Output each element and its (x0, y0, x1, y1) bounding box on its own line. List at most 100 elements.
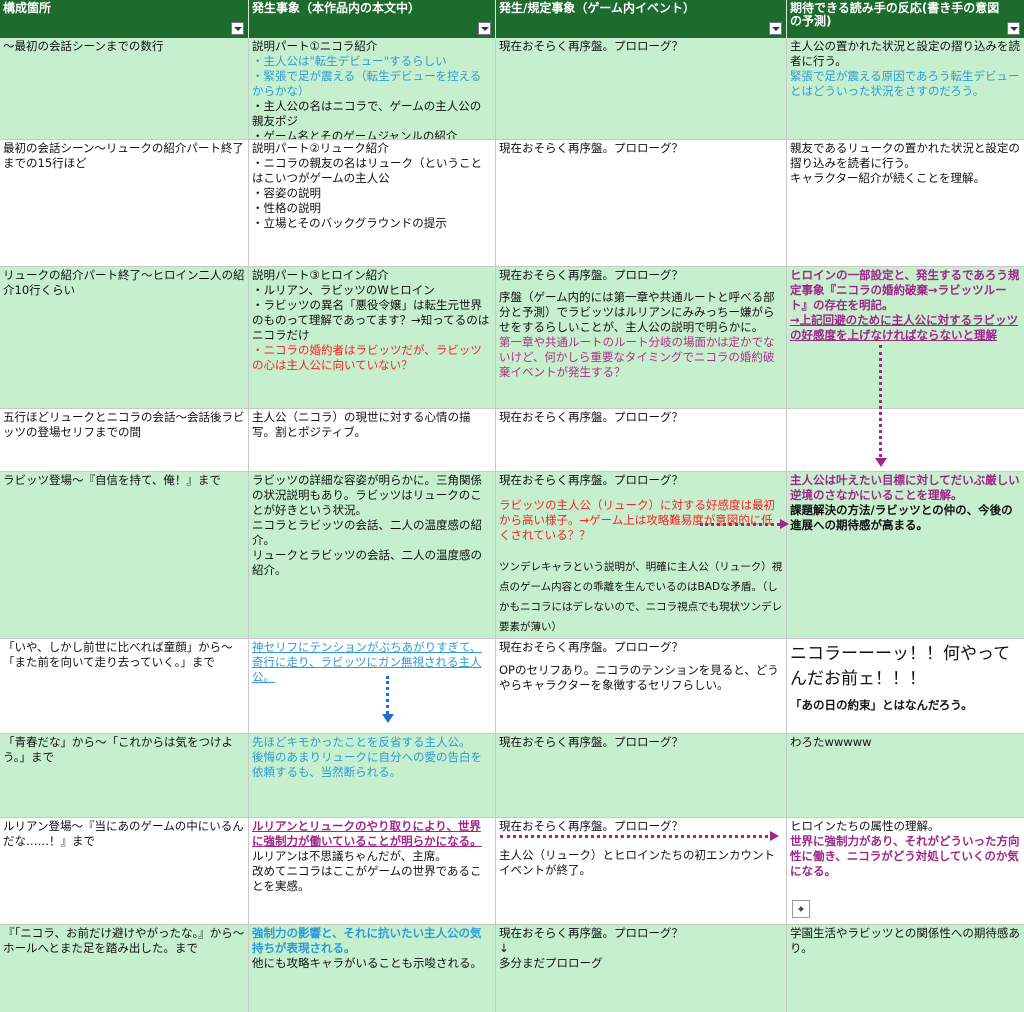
cell-text: ツンデレキャラという説明が、明確に主人公（リューク）視点のゲーム内容との乖離を生… (499, 561, 783, 633)
cell-text: ルリアン登場〜『当にあのゲームの中にいるんだな……！』まで (3, 819, 244, 848)
cell-text: リュークの紹介パート終了〜ヒロイン二人の紹介10行くらい (3, 268, 245, 297)
filter-dropdown-icon[interactable] (1007, 22, 1020, 35)
table-row: ルリアン登場〜『当にあのゲームの中にいるんだな……！』まで ルリアンとリュークの… (0, 818, 1024, 925)
cell-reader-reaction[interactable]: 学園生活やラビッツとの関係性への期待感あり。 (787, 925, 1024, 1012)
cell-structure[interactable]: リュークの紹介パート終了〜ヒロイン二人の紹介10行くらい (0, 267, 249, 408)
cell-text: 『「ニコラ、お前だけ避けやがったな。』から〜ホールへとまた足を踏み出した。まで (3, 926, 245, 955)
cell-text: ラビッツ登場〜『自信を持て、俺！』まで (3, 473, 221, 487)
cell-text: ニコラとラビッツの会話、二人の温度感の紹介。 (252, 518, 482, 547)
cell-text: ・性格の説明 (252, 201, 321, 215)
cell-text: 現在おそらく再序盤。プロローグ？ (499, 268, 683, 282)
cell-structure[interactable]: 〜最初の会話シーンまでの数行 (0, 38, 249, 139)
cell-text: 説明パート②リューク紹介 (252, 141, 389, 155)
filter-dropdown-icon[interactable] (478, 22, 491, 35)
cell-text: ニコラーーーッ！！何やってんだお前ェ！！！ (790, 644, 1011, 689)
cell-text: ・容姿の説明 (252, 186, 321, 200)
cell-events[interactable]: 説明パート③ヒロイン紹介 ・ルリアン、ラビッツのWヒロイン ・ラビッツの異名「悪… (249, 267, 496, 408)
cell-events[interactable]: 強制力の影響と、それに抗いたい主人公の気持ちが表現される。 他にも攻略キャラがい… (249, 925, 496, 1012)
cell-text: ・ニコラの婚約者はラビッツだが、ラビッツの心は主人公に向いていない？ (252, 343, 482, 372)
cell-text: 主人公は叶えたい目標に対してだいぶ厳しい逆境のさなかにいることを理解。 (790, 473, 1020, 502)
cell-structure[interactable]: ラビッツ登場〜『自信を持て、俺！』まで (0, 472, 249, 638)
spreadsheet: 構成箇所 発生事象（本作品内の本文中） 発生/規定事象（ゲーム内イベント） 期待… (0, 0, 1024, 1012)
cell-reader-reaction[interactable]: 親友であるリュークの置かれた状況と設定の摺り込みを読者に行う。 キャラクター紹介… (787, 140, 1024, 266)
cell-text: 現在おそらく再序盤。プロローグ？ (499, 640, 683, 654)
cell-reader-reaction[interactable]: わろたwwwww (787, 734, 1024, 817)
cell-text: 現在おそらく再序盤。プロローグ？ (499, 819, 683, 833)
cell-structure[interactable]: 「いや、しかし前世に比べれば童顔」から〜「また前を向いて走り去っていく。」まで (0, 639, 249, 733)
cell-text: ルリアンは不思議ちゃんだが、主席。 (252, 849, 447, 863)
cell-game-events[interactable]: 現在おそらく再序盤。プロローグ？ (496, 38, 787, 139)
table-row: 最初の会話シーン〜リュークの紹介パート終了までの15行ほど 説明パート②リューク… (0, 140, 1024, 267)
column-header-reader-reaction[interactable]: 期待できる読み手の反応(書き手の意図の予測) (787, 0, 1024, 38)
column-header-label: 構成箇所 (3, 1, 52, 15)
cell-text: 「あの日の約束」とはなんだろう。 (790, 698, 973, 712)
column-header-game-events[interactable]: 発生/規定事象（ゲーム内イベント） (496, 0, 787, 38)
cell-reader-reaction[interactable]: ニコラーーーッ！！何やってんだお前ェ！！！ 「あの日の約束」とはなんだろう。 (787, 639, 1024, 733)
cell-text: 先ほどキモかったことを反省する主人公。 (252, 735, 471, 749)
cell-game-events[interactable]: 現在おそらく再序盤。プロローグ？ (496, 734, 787, 817)
cell-text: ・立場とそのバックグラウンドの提示 (252, 216, 447, 230)
cell-game-events[interactable]: 現在おそらく再序盤。プロローグ？ OPのセリフあり。ニコラのテンションを見ると、… (496, 639, 787, 733)
table-row: 「青春だな」から〜「これからは気をつけよう。」まで 先ほどキモかったことを反省す… (0, 734, 1024, 818)
cell-events[interactable]: 神セリフにテンションがぶちあがりすぎて、奇行に走り、ラビッツにガン無視される主人… (249, 639, 496, 733)
table-row: 「いや、しかし前世に比べれば童顔」から〜「また前を向いて走り去っていく。」まで … (0, 639, 1024, 734)
cell-reader-reaction[interactable] (787, 409, 1024, 471)
cell-game-events[interactable]: 現在おそらく再序盤。プロローグ？ ↓ 多分まだプロローグ (496, 925, 787, 1012)
cell-text: 後悔のあまりリュークに自分への愛の告白を依頼するも、当然断られる。 (252, 750, 482, 779)
cell-reader-reaction[interactable]: ヒロインたちの属性の理解。 世界に強制力があり、それがどういった方向性に働き、ニ… (787, 818, 1024, 924)
table-row: 五行ほどリュークとニコラの会話〜会話後ラビッツの登場セリフまでの間 主人公（ニコ… (0, 409, 1024, 472)
cell-structure[interactable]: 「青春だな」から〜「これからは気をつけよう。」まで (0, 734, 249, 817)
column-header-structure[interactable]: 構成箇所 (0, 0, 249, 38)
sparkle-icon[interactable]: ✦ (792, 900, 810, 918)
cell-text: ルリアンとリュークのやり取りにより、世界に強制力が働いていることが明らかになる。 (252, 819, 482, 848)
cell-text: 〜最初の会話シーンまでの数行 (3, 39, 164, 53)
cell-text: 序盤（ゲーム内的には第一章や共通ルートと呼べる部分と予測）でラビッツはルリアンに… (499, 290, 775, 334)
cell-text: 主人公（ニコラ）の現世に対する心情の描写。割とポジティブ。 (252, 410, 471, 439)
cell-text: 最初の会話シーン〜リュークの紹介パート終了までの15行ほど (3, 141, 244, 170)
cell-events[interactable]: 説明パート②リューク紹介 ・ニコラの親友の名はリューク（ということはこいつがゲー… (249, 140, 496, 266)
column-header-label: 発生事象（本作品内の本文中） (252, 1, 421, 15)
cell-game-events[interactable]: 現在おそらく再序盤。プロローグ？ (496, 409, 787, 471)
cell-structure[interactable]: 最初の会話シーン〜リュークの紹介パート終了までの15行ほど (0, 140, 249, 266)
cell-game-events[interactable]: 現在おそらく再序盤。プロローグ？ ラビッツの主人公（リューク）に対する好感度は最… (496, 472, 787, 638)
column-header-label: 発生/規定事象（ゲーム内イベント） (499, 1, 696, 15)
cell-text: 課題解決の方法/ラビッツとの仲の、今後の進展への期待感が高まる。 (790, 503, 1013, 532)
cell-text: 学園生活やラビッツとの関係性への期待感あり。 (790, 926, 1020, 955)
cell-text: 神セリフにテンションがぶちあがりすぎて、奇行に走り、ラビッツにガン無視される主人… (252, 640, 482, 684)
table-row: リュークの紹介パート終了〜ヒロイン二人の紹介10行くらい 説明パート③ヒロイン紹… (0, 267, 1024, 409)
cell-events[interactable]: ラビッツの詳細な容姿が明らかに。三角関係の状況説明もあり。ラビッツはリュークのこ… (249, 472, 496, 638)
table-row: ラビッツ登場〜『自信を持て、俺！』まで ラビッツの詳細な容姿が明らかに。三角関係… (0, 472, 1024, 639)
cell-game-events[interactable]: 現在おそらく再序盤。プロローグ？ (496, 140, 787, 266)
cell-structure[interactable]: 『「ニコラ、お前だけ避けやがったな。』から〜ホールへとまた足を踏み出した。まで (0, 925, 249, 1012)
cell-text: 五行ほどリュークとニコラの会話〜会話後ラビッツの登場セリフまでの間 (3, 410, 245, 439)
cell-reader-reaction[interactable]: ヒロインの一部設定と、発生するであろう規定事象『ニコラの婚約破棄→ラビッツルート… (787, 267, 1024, 408)
column-header-events[interactable]: 発生事象（本作品内の本文中） (249, 0, 496, 38)
cell-text: 現在おそらく再序盤。プロローグ？ (499, 141, 683, 155)
cell-text: ヒロインの一部設定と、発生するであろう規定事象『ニコラの婚約破棄→ラビッツルート… (790, 268, 1020, 312)
cell-reader-reaction[interactable]: 主人公は叶えたい目標に対してだいぶ厳しい逆境のさなかにいることを理解。 課題解決… (787, 472, 1024, 638)
cell-text: わろたwwwww (790, 735, 872, 749)
cell-text: ラビッツの主人公（リューク）に対する好感度は最初から高い様子。→ゲーム上は攻略難… (499, 498, 775, 542)
cell-text: 世界に強制力があり、それがどういった方向性に働き、ニコラがどう対処していくのか気… (790, 834, 1020, 878)
cell-game-events[interactable]: 現在おそらく再序盤。プロローグ？ 主人公（リューク）とヒロインたちの初エンカウン… (496, 818, 787, 924)
table-row: 『「ニコラ、お前だけ避けやがったな。』から〜ホールへとまた足を踏み出した。まで … (0, 925, 1024, 1012)
cell-text: 親友であるリュークの置かれた状況と設定の摺り込みを読者に行う。 (790, 141, 1020, 170)
cell-reader-reaction[interactable]: 主人公の置かれた状況と設定の摺り込みを読者に行う。 緊張で足が震える原因であろう… (787, 38, 1024, 139)
cell-text: キャラクター紹介が続くことを理解。 (790, 171, 986, 185)
cell-text: →上記回避のために主人公に対するラビッツの好感度を上げなければならないと理解 (790, 313, 1019, 342)
cell-text: 「青春だな」から〜「これからは気をつけよう。」まで (3, 735, 233, 764)
cell-game-events[interactable]: 現在おそらく再序盤。プロローグ？ 序盤（ゲーム内的には第一章や共通ルートと呼べる… (496, 267, 787, 408)
cell-events[interactable]: 主人公（ニコラ）の現世に対する心情の描写。割とポジティブ。 (249, 409, 496, 471)
cell-text: 現在おそらく再序盤。プロローグ？ (499, 735, 683, 749)
cell-events[interactable]: 先ほどキモかったことを反省する主人公。 後悔のあまりリュークに自分への愛の告白を… (249, 734, 496, 817)
cell-events[interactable]: 説明パート①ニコラ紹介 ・主人公は"転生デビュー"するらしい ・緊張で足が震える… (249, 38, 496, 139)
cell-events[interactable]: ルリアンとリュークのやり取りにより、世界に強制力が働いていることが明らかになる。… (249, 818, 496, 924)
filter-dropdown-icon[interactable] (231, 22, 244, 35)
table-row: 〜最初の会話シーンまでの数行 説明パート①ニコラ紹介 ・主人公は"転生デビュー"… (0, 38, 1024, 140)
cell-text: 説明パート③ヒロイン紹介 (252, 268, 389, 282)
cell-structure[interactable]: ルリアン登場〜『当にあのゲームの中にいるんだな……！』まで (0, 818, 249, 924)
cell-text: 現在おそらく再序盤。プロローグ？ (499, 926, 683, 940)
filter-dropdown-icon[interactable] (769, 22, 782, 35)
cell-structure[interactable]: 五行ほどリュークとニコラの会話〜会話後ラビッツの登場セリフまでの間 (0, 409, 249, 471)
header-row: 構成箇所 発生事象（本作品内の本文中） 発生/規定事象（ゲーム内イベント） 期待… (0, 0, 1024, 38)
